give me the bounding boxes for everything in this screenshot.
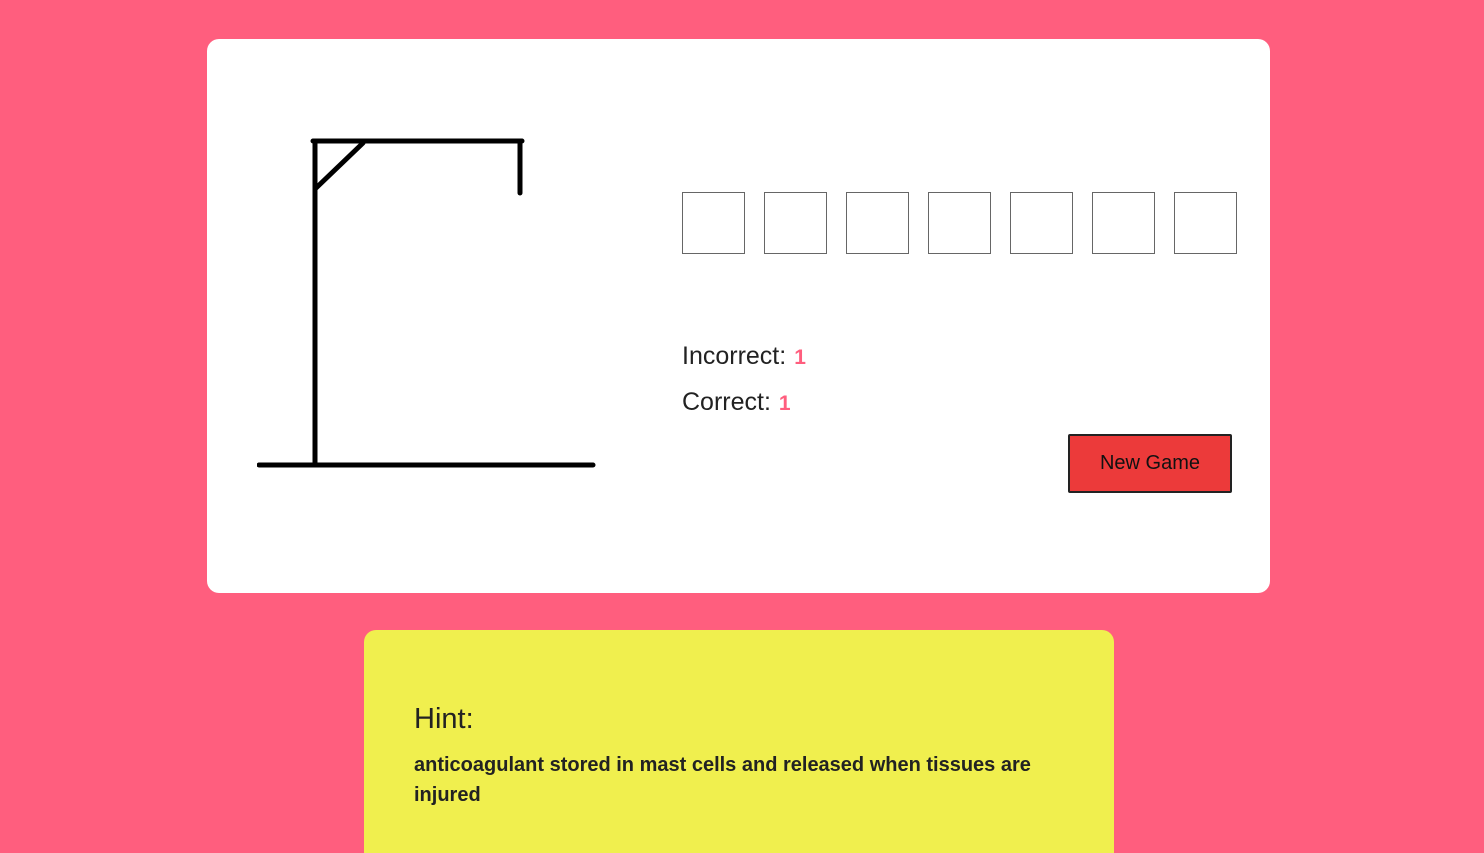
incorrect-label: Incorrect:	[682, 342, 787, 370]
letter-box	[928, 192, 991, 254]
letter-box	[764, 192, 827, 254]
letter-box	[1010, 192, 1073, 254]
letter-box	[846, 192, 909, 254]
hint-card: Hint: anticoagulant stored in mast cells…	[364, 630, 1114, 853]
letter-box	[682, 192, 745, 254]
word-letter-boxes	[682, 192, 1237, 254]
letter-box	[1092, 192, 1155, 254]
incorrect-row: Incorrect: 1	[682, 344, 806, 390]
incorrect-count: 1	[794, 346, 806, 369]
letter-box	[1174, 192, 1237, 254]
game-card: Incorrect: 1 Correct: 1 New Game	[207, 39, 1270, 593]
new-game-button[interactable]: New Game	[1068, 434, 1232, 493]
correct-label: Correct:	[682, 388, 771, 416]
hint-title: Hint:	[414, 703, 474, 735]
score-stats: Incorrect: 1 Correct: 1	[682, 344, 806, 436]
gallows-brace	[312, 140, 366, 192]
gallows-drawing	[257, 134, 602, 474]
hint-text: anticoagulant stored in mast cells and r…	[414, 754, 1031, 806]
correct-count: 1	[778, 392, 791, 415]
gallows-icon	[257, 138, 596, 468]
correct-row: Correct: 1	[682, 390, 806, 436]
